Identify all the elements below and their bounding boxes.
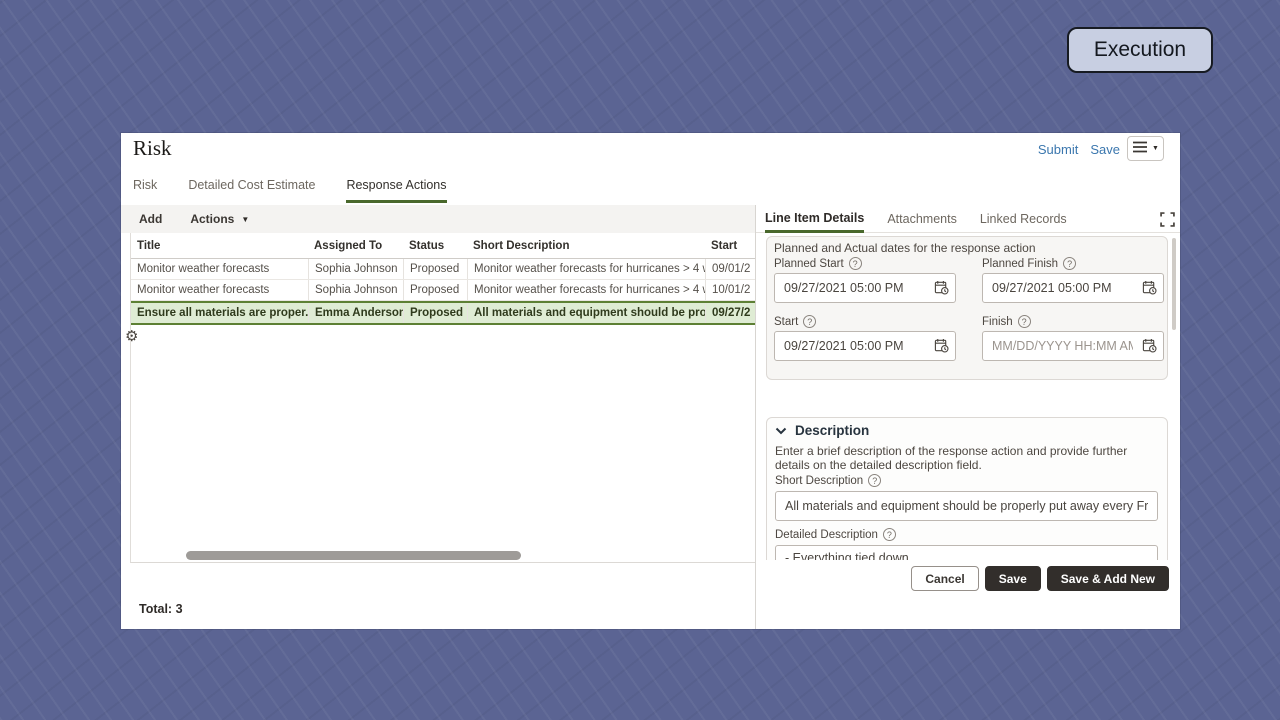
hamburger-icon — [1132, 141, 1148, 156]
cell-assigned-to: Emma Anderson — [308, 303, 403, 323]
table-row-selected[interactable]: Ensure all materials are proper... Emma … — [131, 301, 755, 325]
tab-attachments[interactable]: Attachments — [887, 205, 956, 233]
slide-background: Execution Risk Submit Save ▼ Risk Detail… — [0, 0, 1280, 720]
cell-short-description: Monitor weather forecasts for hurricanes… — [467, 259, 705, 279]
dates-caption: Planned and Actual dates for the respons… — [774, 241, 1036, 255]
cell-title: Monitor weather forecasts — [131, 280, 308, 300]
panel-footer: Cancel Save Save & Add New — [756, 566, 1169, 591]
table-row[interactable]: Monitor weather forecasts Sophia Johnson… — [131, 280, 755, 301]
chevron-down-icon: ▼ — [241, 215, 249, 224]
expand-icon[interactable] — [1160, 212, 1176, 228]
planned-start-label: Planned Start ? — [774, 257, 862, 270]
line-item-details-panel: Line Item Details Attachments Linked Rec… — [756, 205, 1180, 629]
finish-field — [982, 331, 1164, 361]
table-row[interactable]: Monitor weather forecasts Sophia Johnson… — [131, 259, 755, 280]
description-section: Description Enter a brief description of… — [766, 417, 1168, 560]
planned-start-input[interactable] — [774, 273, 956, 303]
response-actions-table: Title Assigned To Status Short Descripti… — [130, 233, 755, 563]
cancel-button[interactable]: Cancel — [911, 566, 978, 591]
cell-title: Monitor weather forecasts — [131, 259, 308, 279]
short-description-input[interactable] — [775, 491, 1158, 521]
response-actions-pane: Add Actions ▼ Title Assigned To Status S… — [121, 205, 755, 629]
tab-line-item-details[interactable]: Line Item Details — [765, 205, 864, 233]
short-description-label: Short Description ? — [775, 474, 881, 487]
stage-badge-label: Execution — [1094, 38, 1186, 62]
stage-badge: Execution — [1067, 27, 1213, 73]
help-icon[interactable]: ? — [849, 257, 862, 270]
panel-content: Planned and Actual dates for the respons… — [756, 233, 1180, 560]
hamburger-menu-button[interactable]: ▼ — [1127, 136, 1164, 161]
cell-start: 10/01/2 — [705, 280, 755, 300]
finish-input[interactable] — [982, 331, 1164, 361]
cell-status: Proposed — [403, 280, 467, 300]
page-title: Risk — [133, 136, 172, 161]
cell-start: 09/27/2 — [705, 303, 755, 323]
help-icon[interactable]: ? — [1063, 257, 1076, 270]
table-total: Total: 3 — [139, 602, 183, 616]
calendar-clock-icon[interactable] — [1142, 338, 1157, 356]
start-label: Start ? — [774, 315, 816, 328]
chevron-down-icon — [775, 424, 787, 438]
grid-toolbar: Add Actions ▼ — [121, 205, 755, 233]
description-section-header[interactable]: Description — [775, 423, 869, 438]
planned-start-field — [774, 273, 956, 303]
cell-assigned-to: Sophia Johnson — [308, 280, 403, 300]
calendar-clock-icon[interactable] — [934, 280, 949, 298]
start-input[interactable] — [774, 331, 956, 361]
finish-label: Finish ? — [982, 315, 1031, 328]
vertical-scrollbar[interactable] — [1172, 238, 1176, 330]
detailed-description-label: Detailed Description ? — [775, 528, 896, 541]
help-icon[interactable]: ? — [883, 528, 896, 541]
save-button-header[interactable]: Save — [1090, 142, 1120, 157]
help-icon[interactable]: ? — [803, 315, 816, 328]
risk-window: Risk Submit Save ▼ Risk Detailed Cost Es… — [121, 133, 1180, 629]
row-gear-icon[interactable]: ⚙ — [125, 329, 138, 344]
save-add-new-button[interactable]: Save & Add New — [1047, 566, 1169, 591]
detailed-description-textarea[interactable]: - Everything tied down - Equipment locke… — [775, 545, 1158, 560]
column-header-assigned-to[interactable]: Assigned To — [308, 233, 403, 258]
description-help-text: Enter a brief description of the respons… — [775, 444, 1165, 472]
cell-assigned-to: Sophia Johnson — [308, 259, 403, 279]
tab-linked-records[interactable]: Linked Records — [980, 205, 1067, 233]
horizontal-scrollbar[interactable] — [186, 551, 521, 560]
cell-status: Proposed — [403, 303, 467, 323]
chevron-down-icon: ▼ — [1152, 145, 1159, 152]
dates-section: Planned and Actual dates for the respons… — [766, 236, 1168, 380]
cell-status: Proposed — [403, 259, 467, 279]
column-header-start[interactable]: Start — [705, 233, 755, 258]
help-icon[interactable]: ? — [1018, 315, 1031, 328]
main-tabs: Risk Detailed Cost Estimate Response Act… — [133, 178, 447, 203]
description-section-title: Description — [795, 423, 869, 438]
cell-title: Ensure all materials are proper... — [131, 303, 308, 323]
actions-menu-label: Actions — [190, 212, 234, 226]
submit-button[interactable]: Submit — [1038, 142, 1078, 157]
planned-finish-field — [982, 273, 1164, 303]
planned-finish-input[interactable] — [982, 273, 1164, 303]
calendar-clock-icon[interactable] — [1142, 280, 1157, 298]
tab-risk[interactable]: Risk — [133, 178, 157, 203]
planned-finish-label: Planned Finish ? — [982, 257, 1076, 270]
help-icon[interactable]: ? — [868, 474, 881, 487]
column-header-short-description[interactable]: Short Description — [467, 233, 705, 258]
cell-start: 09/01/2 — [705, 259, 755, 279]
tab-detailed-cost-estimate[interactable]: Detailed Cost Estimate — [188, 178, 315, 203]
actions-menu-button[interactable]: Actions ▼ — [190, 212, 249, 226]
panel-tabs: Line Item Details Attachments Linked Rec… — [756, 205, 1180, 233]
add-button[interactable]: Add — [139, 212, 162, 226]
header-actions: Submit Save — [1038, 142, 1120, 157]
table-header-row: Title Assigned To Status Short Descripti… — [131, 233, 755, 259]
cell-short-description: All materials and equipment should be pr… — [467, 303, 705, 323]
cell-short-description: Monitor weather forecasts for hurricanes… — [467, 280, 705, 300]
column-header-status[interactable]: Status — [403, 233, 467, 258]
column-header-title[interactable]: Title — [131, 233, 308, 258]
start-field — [774, 331, 956, 361]
save-button[interactable]: Save — [985, 566, 1041, 591]
tab-response-actions[interactable]: Response Actions — [346, 178, 446, 203]
calendar-clock-icon[interactable] — [934, 338, 949, 356]
